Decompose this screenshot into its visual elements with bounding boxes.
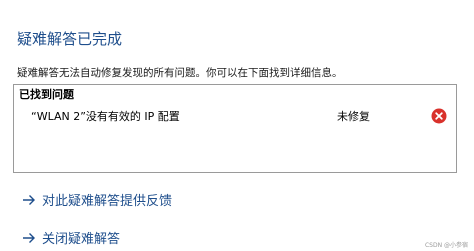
- problem-status: 未修复: [337, 110, 370, 123]
- page-title: 疑难解答已完成: [17, 30, 123, 48]
- close-troubleshooter-link[interactable]: 关闭疑难解答: [22, 231, 120, 249]
- problem-name: “WLAN 2”没有有效的 IP 配置: [31, 110, 180, 123]
- feedback-link-label: 对此疑难解答提供反馈: [42, 194, 173, 209]
- description-text: 疑难解答无法自动修复发现的所有问题。你可以在下面找到详细信息。: [17, 67, 343, 79]
- watermark: CSDN @小参宿: [424, 242, 468, 249]
- error-icon: [431, 108, 447, 124]
- feedback-link[interactable]: 对此疑难解答提供反馈: [22, 193, 172, 211]
- problem-row[interactable]: “WLAN 2”没有有效的 IP 配置 未修复: [15, 107, 455, 127]
- arrow-right-icon: [23, 233, 35, 243]
- arrow-right-icon: [23, 195, 35, 205]
- problems-list-box: 已找到问题 “WLAN 2”没有有效的 IP 配置 未修复: [13, 84, 457, 173]
- close-troubleshooter-link-label: 关闭疑难解答: [42, 232, 121, 247]
- problems-header: 已找到问题: [19, 88, 74, 101]
